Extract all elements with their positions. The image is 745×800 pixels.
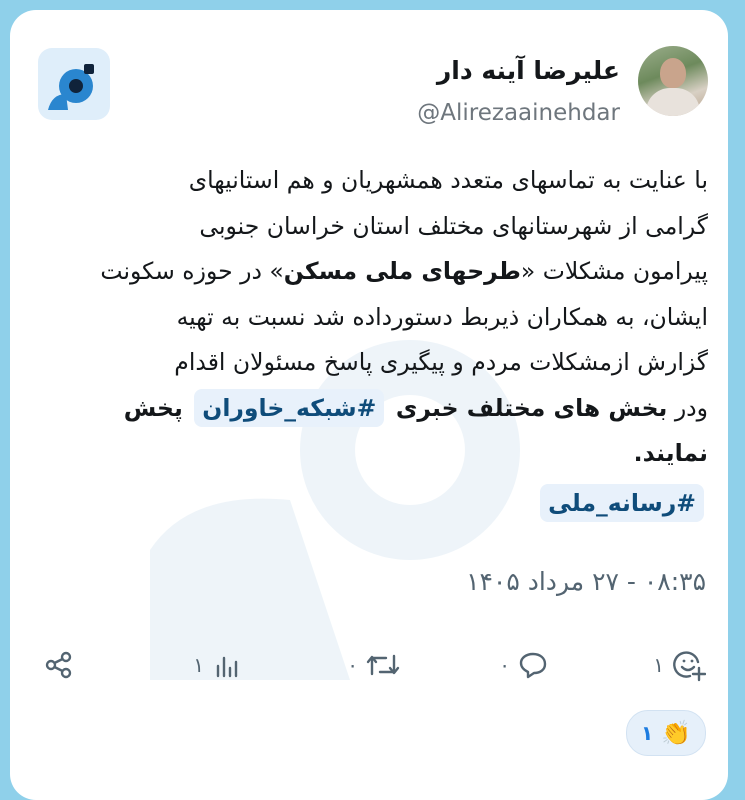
- display-name[interactable]: علیرضا آینه دار: [437, 56, 620, 85]
- retweet-button[interactable]: ۰: [347, 642, 400, 688]
- tweet-line: گزارش ازمشکلات مردم و پیگیری پاسخ مسئولا…: [174, 348, 708, 376]
- reaction-badge[interactable]: ۱ 👏: [626, 710, 706, 756]
- tweet-line: ایشان، به همکاران ذیربط دستورداده شد نسب…: [176, 302, 708, 331]
- tweet-line: گرامی از شهرستانهای مختلف استان خراسان ج…: [199, 211, 708, 240]
- tweet-bold-segment: طرحهای ملی مسکن: [283, 257, 521, 285]
- share-icon: [45, 651, 72, 679]
- views-count: ۱: [193, 653, 204, 677]
- reactions-count: ۱: [653, 653, 664, 677]
- hashtag-link[interactable]: #شبکه_خاوران: [194, 388, 385, 427]
- tweet-bold-segment: پخش: [123, 393, 183, 422]
- clap-icon: 👏: [661, 719, 692, 747]
- reply-button[interactable]: ۰: [499, 642, 548, 688]
- reaction-badge-count: ۱: [640, 721, 654, 745]
- retweets-count: ۰: [347, 653, 358, 677]
- tweet-card: علیرضا آینه دار @Alirezaainehdar با عنای…: [10, 10, 728, 800]
- action-bar: ۱ ۰ ۰ ۱: [10, 642, 728, 688]
- add-reaction-icon: [673, 651, 706, 682]
- tweet-segment: پیرامون مشکلات «: [520, 257, 708, 285]
- add-reaction-button[interactable]: ۱: [653, 642, 706, 688]
- tweet-timestamp[interactable]: ۰۸:۳۵ - ۲۷ مرداد ۱۴۰۵: [466, 567, 706, 596]
- retweet-icon: [366, 654, 400, 676]
- tweet-line: پیرامون مشکلات «طرحهای ملی مسکن» در حوزه…: [40, 249, 708, 295]
- views-button[interactable]: ۱: [193, 642, 242, 688]
- tweet-segment: ودر: [667, 393, 708, 422]
- tweet-bold-segment: بخش های مختلف خبری: [395, 393, 668, 422]
- tweet-bold-segment: نمایند.: [633, 439, 708, 467]
- replies-count: ۰: [499, 653, 510, 677]
- avatar[interactable]: [638, 46, 708, 116]
- hashtag-link[interactable]: #رسانه_ملی: [540, 483, 704, 522]
- user-handle[interactable]: @Alirezaainehdar: [417, 100, 620, 126]
- tweet-line: با عنایت به تماسهای متعدد همشهریان و هم …: [188, 166, 708, 194]
- tweet-line: #رسانه_ملی: [40, 481, 708, 527]
- views-icon: [216, 656, 238, 678]
- tweet-line: ودر بخش های مختلف خبری #شبکه_خاوران پخش: [40, 386, 708, 432]
- share-button[interactable]: [44, 642, 74, 688]
- tweet-line: نمایند.: [40, 431, 708, 477]
- app-logo-icon: [38, 48, 110, 120]
- tweet-text: با عنایت به تماسهای متعدد همشهریان و هم …: [40, 158, 708, 526]
- reply-icon: [519, 652, 547, 679]
- tweet-segment: » در حوزه سکونت: [100, 257, 284, 285]
